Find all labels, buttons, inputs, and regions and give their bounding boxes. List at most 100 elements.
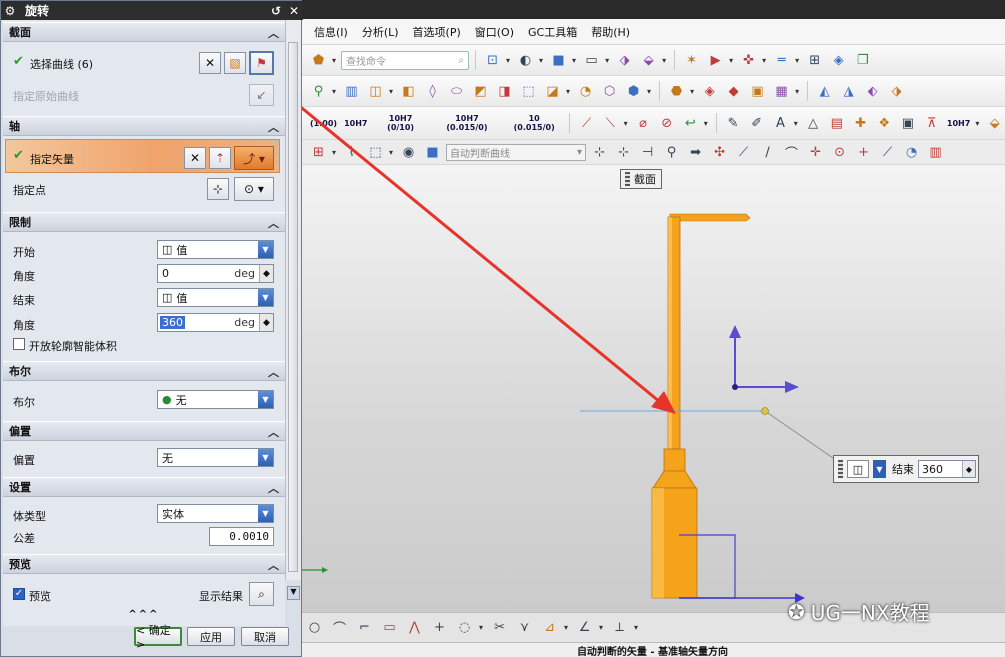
body-type-select[interactable]: 实体 ▼ xyxy=(157,504,274,523)
wechat-icon: ✪ xyxy=(788,599,805,624)
cancel-button[interactable]: 取消 xyxy=(241,627,289,646)
scroll-down-icon[interactable]: ▼ xyxy=(287,586,300,600)
settings-title: 设置 xyxy=(9,481,31,494)
dialog-body: 截面 ︿ ✔ 选择曲线 (6) ✕ ▧ ⚑ 指定原始曲线 ↙ 轴 ︿ ✔ 指定矢量 … xyxy=(3,20,285,626)
offset-title: 偏置 xyxy=(9,425,31,438)
gear-icon[interactable]: ⚙ xyxy=(1,2,19,19)
chevron-down-icon: ▼ xyxy=(258,505,273,522)
value-type-icon: ◫ xyxy=(162,243,173,256)
chevron-up-icon[interactable]: ︿ xyxy=(268,364,279,380)
polyline-icon[interactable]: ⋀ xyxy=(404,617,425,638)
preview-label: 预览 xyxy=(29,590,51,603)
collapse-more-icon[interactable]: ^^^ xyxy=(3,609,285,621)
point-icon[interactable]: + xyxy=(429,617,450,638)
section-header-axis[interactable]: 轴 ︿ xyxy=(3,116,285,136)
start-type-select[interactable]: ◫ 值 ▼ xyxy=(157,240,274,259)
preview-checkbox[interactable]: ✓ xyxy=(13,588,25,600)
section-header-section[interactable]: 截面 ︿ xyxy=(3,22,285,42)
dialog-title-bar[interactable]: ⚙ 旋转 ↺ ✕ xyxy=(1,1,303,20)
start-type-value: 值 xyxy=(176,243,188,257)
check-icon: ✔ xyxy=(13,148,24,163)
body-type-label: 体类型 xyxy=(13,510,46,523)
section-header-boolean[interactable]: 布尔 ︿ xyxy=(3,361,285,381)
section-header-settings[interactable]: 设置 ︿ xyxy=(3,477,285,497)
revolve-dialog: ⚙ 旋转 ↺ ✕ 截面 ︿ ✔ 选择曲线 (6) ✕ ▧ ⚑ 指定原始曲线 ↙ 轴… xyxy=(0,0,303,657)
constraint-icon[interactable]: ⊿ xyxy=(539,617,560,638)
close-icon[interactable]: ✕ xyxy=(285,2,303,19)
end-type-value: 值 xyxy=(176,291,188,305)
ok-label: < 确定 > xyxy=(136,624,171,651)
apply-button[interactable]: 应用 xyxy=(187,627,235,646)
tolerance-input[interactable]: 0.0010 xyxy=(209,527,274,546)
start-angle-input[interactable]: 0 deg ◆ xyxy=(157,264,274,283)
select-curve-label[interactable]: 选择曲线 (6) xyxy=(30,56,93,72)
tolerance-label: 公差 xyxy=(13,532,35,545)
end-angle-unit: deg xyxy=(234,316,255,329)
boolean-select[interactable]: ● 无 ▼ xyxy=(157,390,274,409)
chevron-down-icon: ▼ xyxy=(258,391,273,408)
specify-point-label: 指定点 xyxy=(13,184,46,197)
section-header-offset[interactable]: 偏置 ︿ xyxy=(3,421,285,441)
section-title: 截面 xyxy=(9,26,31,39)
section-header-limits[interactable]: 限制 ︿ xyxy=(3,212,285,232)
watermark-text: UG一NX教程 xyxy=(810,601,930,625)
offset-select[interactable]: 无 ▼ xyxy=(157,448,274,467)
chevron-up-icon[interactable]: ︿ xyxy=(268,215,279,231)
chevron-down-icon: ▼ xyxy=(258,449,273,466)
curve-rule-icon[interactable]: ✕ xyxy=(199,52,221,74)
offset-value: 无 xyxy=(162,451,173,465)
point-dialog-icon[interactable]: ⊹ xyxy=(207,178,229,200)
trim-icon[interactable]: ✂ xyxy=(489,617,510,638)
fillet-icon[interactable]: ⌐ xyxy=(354,617,375,638)
inferred-vector-dropdown[interactable]: ⤴ ▾ xyxy=(234,146,274,170)
chevron-up-icon[interactable]: ︿ xyxy=(268,480,279,496)
spinner-icon[interactable]: ◆ xyxy=(259,314,273,331)
tolerance-value: 0.0010 xyxy=(229,530,269,543)
dialog-title: 旋转 xyxy=(25,4,50,18)
extend-icon[interactable]: ⋎ xyxy=(514,617,535,638)
arc-icon[interactable]: ⌒ xyxy=(329,617,350,638)
reset-icon[interactable]: ↺ xyxy=(267,2,285,19)
start-angle-unit: deg xyxy=(234,267,255,280)
cancel-label: 取消 xyxy=(254,630,276,644)
inferred-point-dropdown[interactable]: ⊙ ▾ xyxy=(234,177,274,201)
chevron-down-icon: ▼ xyxy=(258,289,273,306)
section-header-preview[interactable]: 预览 ︿ xyxy=(3,554,285,574)
chevron-up-icon[interactable]: ︿ xyxy=(268,25,279,41)
preview-title: 预览 xyxy=(9,558,31,571)
reverse-direction-icon[interactable]: ✕ xyxy=(184,147,206,169)
scroll-thumb[interactable] xyxy=(288,42,298,572)
magnifier-icon[interactable]: ⌕ xyxy=(249,582,274,606)
rectangle-icon[interactable]: ▭ xyxy=(379,617,400,638)
start-angle-value: 0 xyxy=(162,267,169,280)
open-profile-label: 开放轮廓智能体积 xyxy=(29,340,117,353)
ok-button[interactable]: < 确定 > xyxy=(134,624,182,651)
boolean-label: 布尔 xyxy=(13,396,35,409)
show-result-label: 显示结果 xyxy=(199,590,243,603)
dialog-scrollbar[interactable]: ▼ xyxy=(285,20,301,600)
circle-icon[interactable]: ○ xyxy=(304,617,325,638)
arrow-shaft xyxy=(257,70,661,404)
offset-icon[interactable]: ◌ xyxy=(454,617,475,638)
chevron-up-icon[interactable]: ︿ xyxy=(268,119,279,135)
chevron-up-icon[interactable]: ︿ xyxy=(268,424,279,440)
angle-constraint-icon[interactable]: ∠ xyxy=(574,617,595,638)
dimension-sketch-icon[interactable]: ⟂ xyxy=(609,617,630,638)
boolean-none-icon: ● xyxy=(162,393,172,406)
spinner-icon[interactable]: ◆ xyxy=(259,265,273,282)
vector-dialog-icon[interactable]: ⇡ xyxy=(209,147,231,169)
end-angle-value: 360 xyxy=(160,316,185,329)
end-type-select[interactable]: ◫ 值 ▼ xyxy=(157,288,274,307)
body-type-value: 实体 xyxy=(162,507,184,521)
curve-select-icon[interactable]: ⚑ xyxy=(249,51,274,75)
origin-curve-icon[interactable]: ↙ xyxy=(249,84,274,106)
end-angle-input[interactable]: 360 deg ◆ xyxy=(157,313,274,332)
apply-label: 应用 xyxy=(200,630,222,644)
open-profile-checkbox[interactable] xyxy=(13,338,25,350)
sketch-section-icon[interactable]: ▧ xyxy=(224,52,246,74)
arrow-head-icon xyxy=(651,391,676,414)
boolean-title: 布尔 xyxy=(9,365,31,378)
chevron-up-icon[interactable]: ︿ xyxy=(268,557,279,573)
boolean-value: 无 xyxy=(175,393,187,407)
chevron-down-icon: ▼ xyxy=(258,241,273,258)
